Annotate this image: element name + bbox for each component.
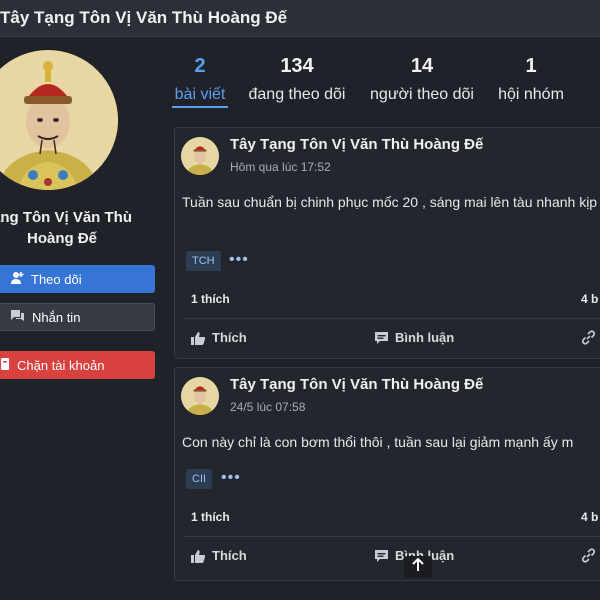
post-content: Tuần sau chuẩn bị chinh phục mốc 20 , sá… — [182, 194, 598, 210]
comment-icon — [374, 549, 389, 563]
stock-tag[interactable]: CII — [186, 469, 213, 489]
post-card: Tây Tạng Tôn Vị Văn Thù Hoàng Đế 24/5 lú… — [174, 367, 600, 581]
like-icon — [191, 549, 206, 563]
post-author-name[interactable]: Tây Tạng Tôn Vị Văn Thù Hoàng Đế — [230, 376, 483, 393]
arrow-up-icon — [412, 557, 424, 577]
divider — [183, 536, 600, 537]
stat-value: 1 — [525, 55, 537, 77]
share-link-button[interactable] — [581, 330, 596, 345]
post-time[interactable]: Hôm qua lúc 17:52 — [230, 160, 331, 174]
post-author-avatar[interactable] — [181, 137, 219, 175]
follow-button[interactable]: Theo dõi — [0, 265, 155, 293]
profile-avatar[interactable] — [0, 50, 118, 190]
block-icon — [0, 357, 10, 374]
post-author-avatar[interactable] — [181, 377, 219, 415]
follow-icon — [10, 271, 24, 288]
like-button[interactable]: Thích — [191, 548, 247, 563]
block-account-button[interactable]: Chặn tài khoản — [0, 351, 155, 379]
share-link-icon — [581, 548, 596, 563]
post-author-name[interactable]: Tây Tạng Tôn Vị Văn Thù Hoàng Đế — [230, 136, 483, 153]
top-bar: Tây Tạng Tôn Vị Văn Thù Hoàng Đế — [0, 0, 600, 37]
like-icon — [191, 331, 206, 345]
stat-label: đang theo dõi — [248, 86, 346, 103]
stat-label: bài viết — [172, 86, 228, 108]
comment-icon — [374, 331, 389, 345]
follow-label: Theo dõi — [31, 271, 82, 287]
like-label: Thích — [212, 548, 247, 563]
message-button[interactable]: Nhắn tin — [0, 303, 155, 331]
share-link-button[interactable] — [581, 548, 596, 563]
like-button[interactable]: Thích — [191, 330, 247, 345]
scroll-to-top-button[interactable] — [404, 556, 432, 578]
message-icon — [10, 309, 25, 326]
profile-name: ạng Tôn Vị Văn Thù Hoàng Đế — [0, 209, 132, 247]
stat-followers[interactable]: 14 người theo dõi — [366, 53, 478, 104]
comment-count[interactable]: 4 b — [581, 292, 598, 306]
comment-count[interactable]: 4 b — [581, 510, 598, 524]
stat-posts[interactable]: 2 bài viết — [172, 53, 228, 108]
stat-value: 2 — [194, 55, 206, 77]
like-label: Thích — [212, 330, 247, 345]
share-link-icon — [581, 330, 596, 345]
more-options-icon[interactable]: ••• — [221, 469, 241, 487]
stat-label: hội nhóm — [498, 86, 564, 103]
comment-button[interactable]: Bình luận — [374, 330, 454, 345]
message-label: Nhắn tin — [32, 309, 81, 325]
divider — [183, 318, 600, 319]
like-count[interactable]: 1 thích — [191, 292, 230, 306]
stat-value: 134 — [280, 55, 314, 77]
stock-tag[interactable]: TCH — [186, 251, 221, 271]
post-card: Tây Tạng Tôn Vị Văn Thù Hoàng Đế Hôm qua… — [174, 127, 600, 359]
stat-value: 14 — [410, 55, 434, 77]
page-title: Tây Tạng Tôn Vị Văn Thù Hoàng Đế — [0, 8, 288, 27]
comment-label: Bình luận — [395, 330, 455, 345]
more-options-icon[interactable]: ••• — [229, 251, 249, 269]
stat-label: người theo dõi — [370, 86, 474, 103]
stat-following[interactable]: 134 đang theo dõi — [245, 53, 349, 104]
post-time[interactable]: 24/5 lúc 07:58 — [230, 400, 305, 414]
block-label: Chặn tài khoản — [17, 357, 105, 373]
stat-groups[interactable]: 1 hội nhóm — [495, 53, 567, 104]
post-content: Con này chỉ là con bơm thổi thôi , tuần … — [182, 434, 574, 450]
like-count[interactable]: 1 thích — [191, 510, 230, 524]
